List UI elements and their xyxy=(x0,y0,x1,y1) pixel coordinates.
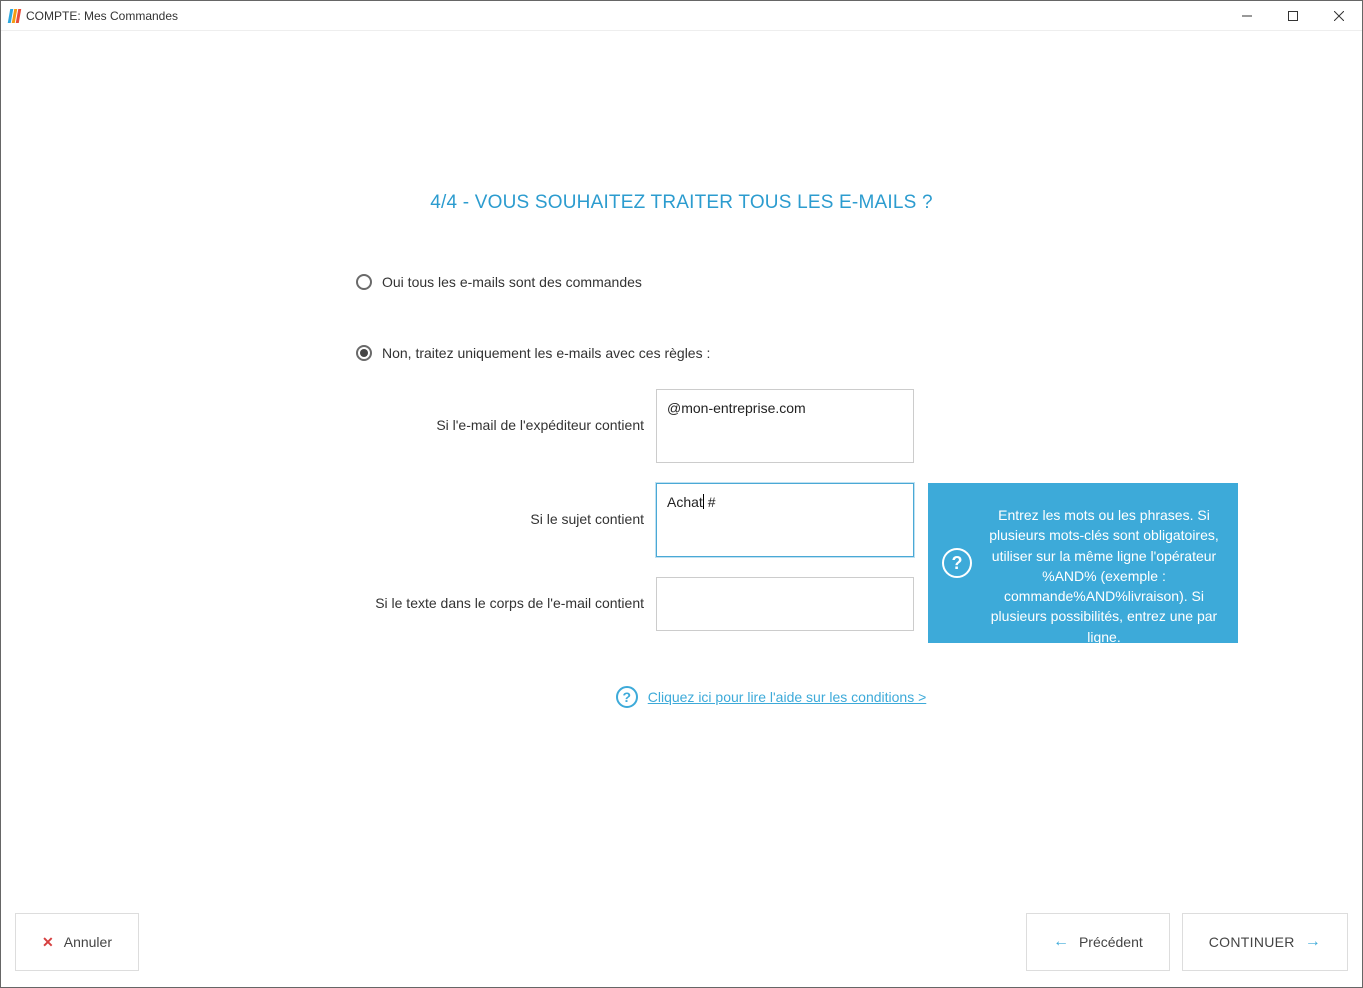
radio-icon xyxy=(356,274,372,290)
cancel-button[interactable]: ✕ Annuler xyxy=(15,913,139,971)
radio-label: Non, traitez uniquement les e-mails avec… xyxy=(382,345,710,361)
help-icon: ? xyxy=(942,548,972,578)
close-button[interactable] xyxy=(1316,1,1362,31)
continue-button[interactable]: CONTINUER → xyxy=(1182,913,1348,971)
previous-button[interactable]: ← Précédent xyxy=(1026,913,1170,971)
rule-subject-row: Si le sujet contient Achat # ? Entrez le… xyxy=(356,483,1256,557)
close-icon: ✕ xyxy=(42,934,54,951)
window-title: COMPTE: Mes Commandes xyxy=(26,9,178,23)
cancel-label: Annuler xyxy=(64,934,112,950)
titlebar: COMPTE: Mes Commandes xyxy=(1,1,1362,31)
rule-sender-input[interactable] xyxy=(656,389,914,463)
radio-label: Oui tous les e-mails sont des commandes xyxy=(382,274,642,290)
rule-body-row: Si le texte dans le corps de l'e-mail co… xyxy=(356,577,1256,631)
page-title: 4/4 - VOUS SOUHAITEZ TRAITER TOUS LES E-… xyxy=(1,192,1362,214)
footer: ✕ Annuler ← Précédent CONTINUER → xyxy=(15,913,1348,971)
rule-sender-label: Si l'e-mail de l'expéditeur contient xyxy=(356,389,656,433)
help-icon: ? xyxy=(616,686,638,708)
rule-subject-input[interactable]: Achat # xyxy=(656,483,914,557)
app-icon xyxy=(9,9,20,23)
rule-body-label: Si le texte dans le corps de l'e-mail co… xyxy=(356,577,656,611)
help-link-row: ? Cliquez ici pour lire l'aide sur les c… xyxy=(286,686,1256,708)
window-controls xyxy=(1224,1,1362,31)
rule-subject-label: Si le sujet contient xyxy=(356,483,656,527)
previous-label: Précédent xyxy=(1079,934,1143,950)
minimize-button[interactable] xyxy=(1224,1,1270,31)
radio-icon-selected xyxy=(356,345,372,361)
rule-sender-row: Si l'e-mail de l'expéditeur contient xyxy=(356,389,1256,463)
maximize-button[interactable] xyxy=(1270,1,1316,31)
radio-option-all[interactable]: Oui tous les e-mails sont des commandes xyxy=(356,274,1256,290)
continue-label: CONTINUER xyxy=(1209,934,1295,950)
arrow-left-icon: ← xyxy=(1053,933,1069,951)
form-area: Oui tous les e-mails sont des commandes … xyxy=(356,274,1256,708)
arrow-right-icon: → xyxy=(1305,933,1321,951)
help-conditions-link[interactable]: Cliquez ici pour lire l'aide sur les con… xyxy=(648,689,927,705)
radio-option-rules[interactable]: Non, traitez uniquement les e-mails avec… xyxy=(356,345,1256,361)
window: COMPTE: Mes Commandes 4/4 - VOUS SOUHAIT… xyxy=(0,0,1363,988)
rule-body-input[interactable] xyxy=(656,577,914,631)
content: 4/4 - VOUS SOUHAITEZ TRAITER TOUS LES E-… xyxy=(1,32,1362,987)
